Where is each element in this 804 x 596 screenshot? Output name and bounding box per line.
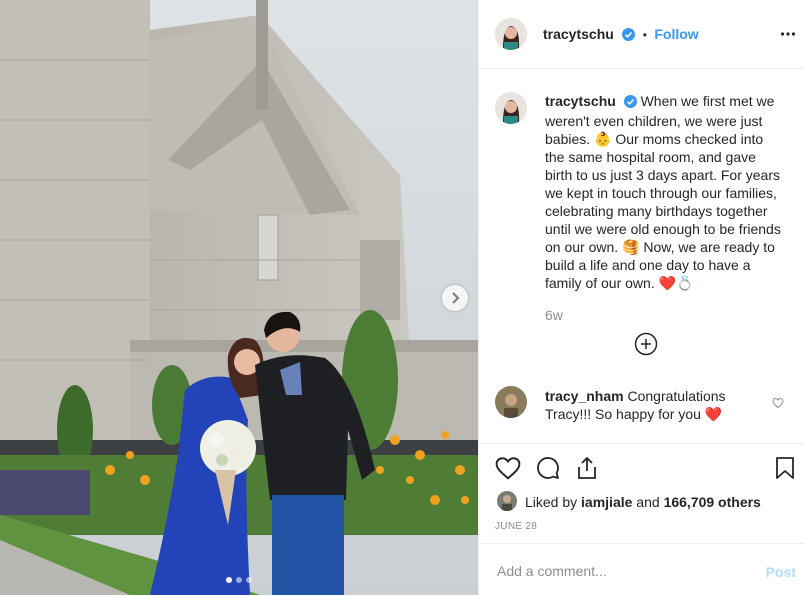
author-avatar[interactable] <box>495 18 527 50</box>
chevron-right-icon <box>452 292 460 304</box>
heart-icon <box>495 457 521 480</box>
verified-icon <box>623 94 637 112</box>
likes-prefix: Liked by <box>525 494 582 510</box>
post-caption: tracytschu When we first met we weren't … <box>545 92 785 292</box>
avatar-image <box>495 18 527 50</box>
comment-button[interactable] <box>535 456 561 485</box>
share-button[interactable] <box>575 456 599 485</box>
plus-circle-icon <box>634 332 658 356</box>
load-more-comments-button[interactable] <box>634 332 658 361</box>
header-separator: • <box>642 28 647 42</box>
header-user-line: tracytschu • Follow <box>543 26 699 46</box>
comment-username[interactable]: tracy_nham <box>545 388 624 404</box>
post-time-ago[interactable]: 6w <box>545 307 563 323</box>
avatar-image <box>495 386 527 418</box>
add-comment-input[interactable] <box>495 558 739 584</box>
carousel-dot <box>236 577 242 583</box>
carousel-next-button[interactable] <box>442 285 468 311</box>
like-button[interactable] <box>495 456 521 485</box>
wedding-photo-illustration <box>0 0 478 595</box>
post-comment-button[interactable]: Post <box>766 564 796 580</box>
commenter-avatar[interactable] <box>495 386 527 418</box>
caption-text: When we first met we weren't even childr… <box>545 93 781 291</box>
more-icon <box>780 32 796 36</box>
save-button[interactable] <box>774 456 796 485</box>
post-date[interactable]: JUNE 28 <box>495 521 537 532</box>
carousel-dot <box>246 577 252 583</box>
post-photo[interactable] <box>0 0 478 595</box>
like-comment-button[interactable] <box>772 396 784 414</box>
more-options-button[interactable] <box>780 26 796 47</box>
caption-avatar[interactable] <box>495 92 527 124</box>
follow-button[interactable]: Follow <box>654 26 698 42</box>
likes-summary: Liked by iamjiale and 166,709 others <box>525 494 761 510</box>
liker-avatar[interactable] <box>497 491 517 511</box>
avatar-image <box>497 491 517 511</box>
carousel-indicator <box>226 577 252 583</box>
comment-icon <box>537 457 559 479</box>
avatar-image <box>495 92 527 124</box>
post-actions: Liked by iamjiale and 166,709 others JUN… <box>479 443 804 544</box>
post-header: tracytschu • Follow <box>479 0 804 69</box>
post-details-panel: tracytschu • Follow tracytschu When we f… <box>478 0 804 595</box>
carousel-dot <box>226 577 232 583</box>
likes-middle: and <box>632 494 664 510</box>
verified-icon <box>622 28 636 46</box>
heart-icon <box>772 397 784 409</box>
share-icon <box>578 456 596 479</box>
bookmark-icon <box>776 457 794 479</box>
likes-count[interactable]: 166,709 others <box>664 494 761 510</box>
likes-user[interactable]: iamjiale <box>581 494 632 510</box>
caption-username[interactable]: tracytschu <box>545 93 616 109</box>
author-username[interactable]: tracytschu <box>543 26 614 42</box>
comment: tracy_nham Congratulations Tracy!!! So h… <box>545 387 765 423</box>
add-comment-section: Post <box>479 543 804 596</box>
